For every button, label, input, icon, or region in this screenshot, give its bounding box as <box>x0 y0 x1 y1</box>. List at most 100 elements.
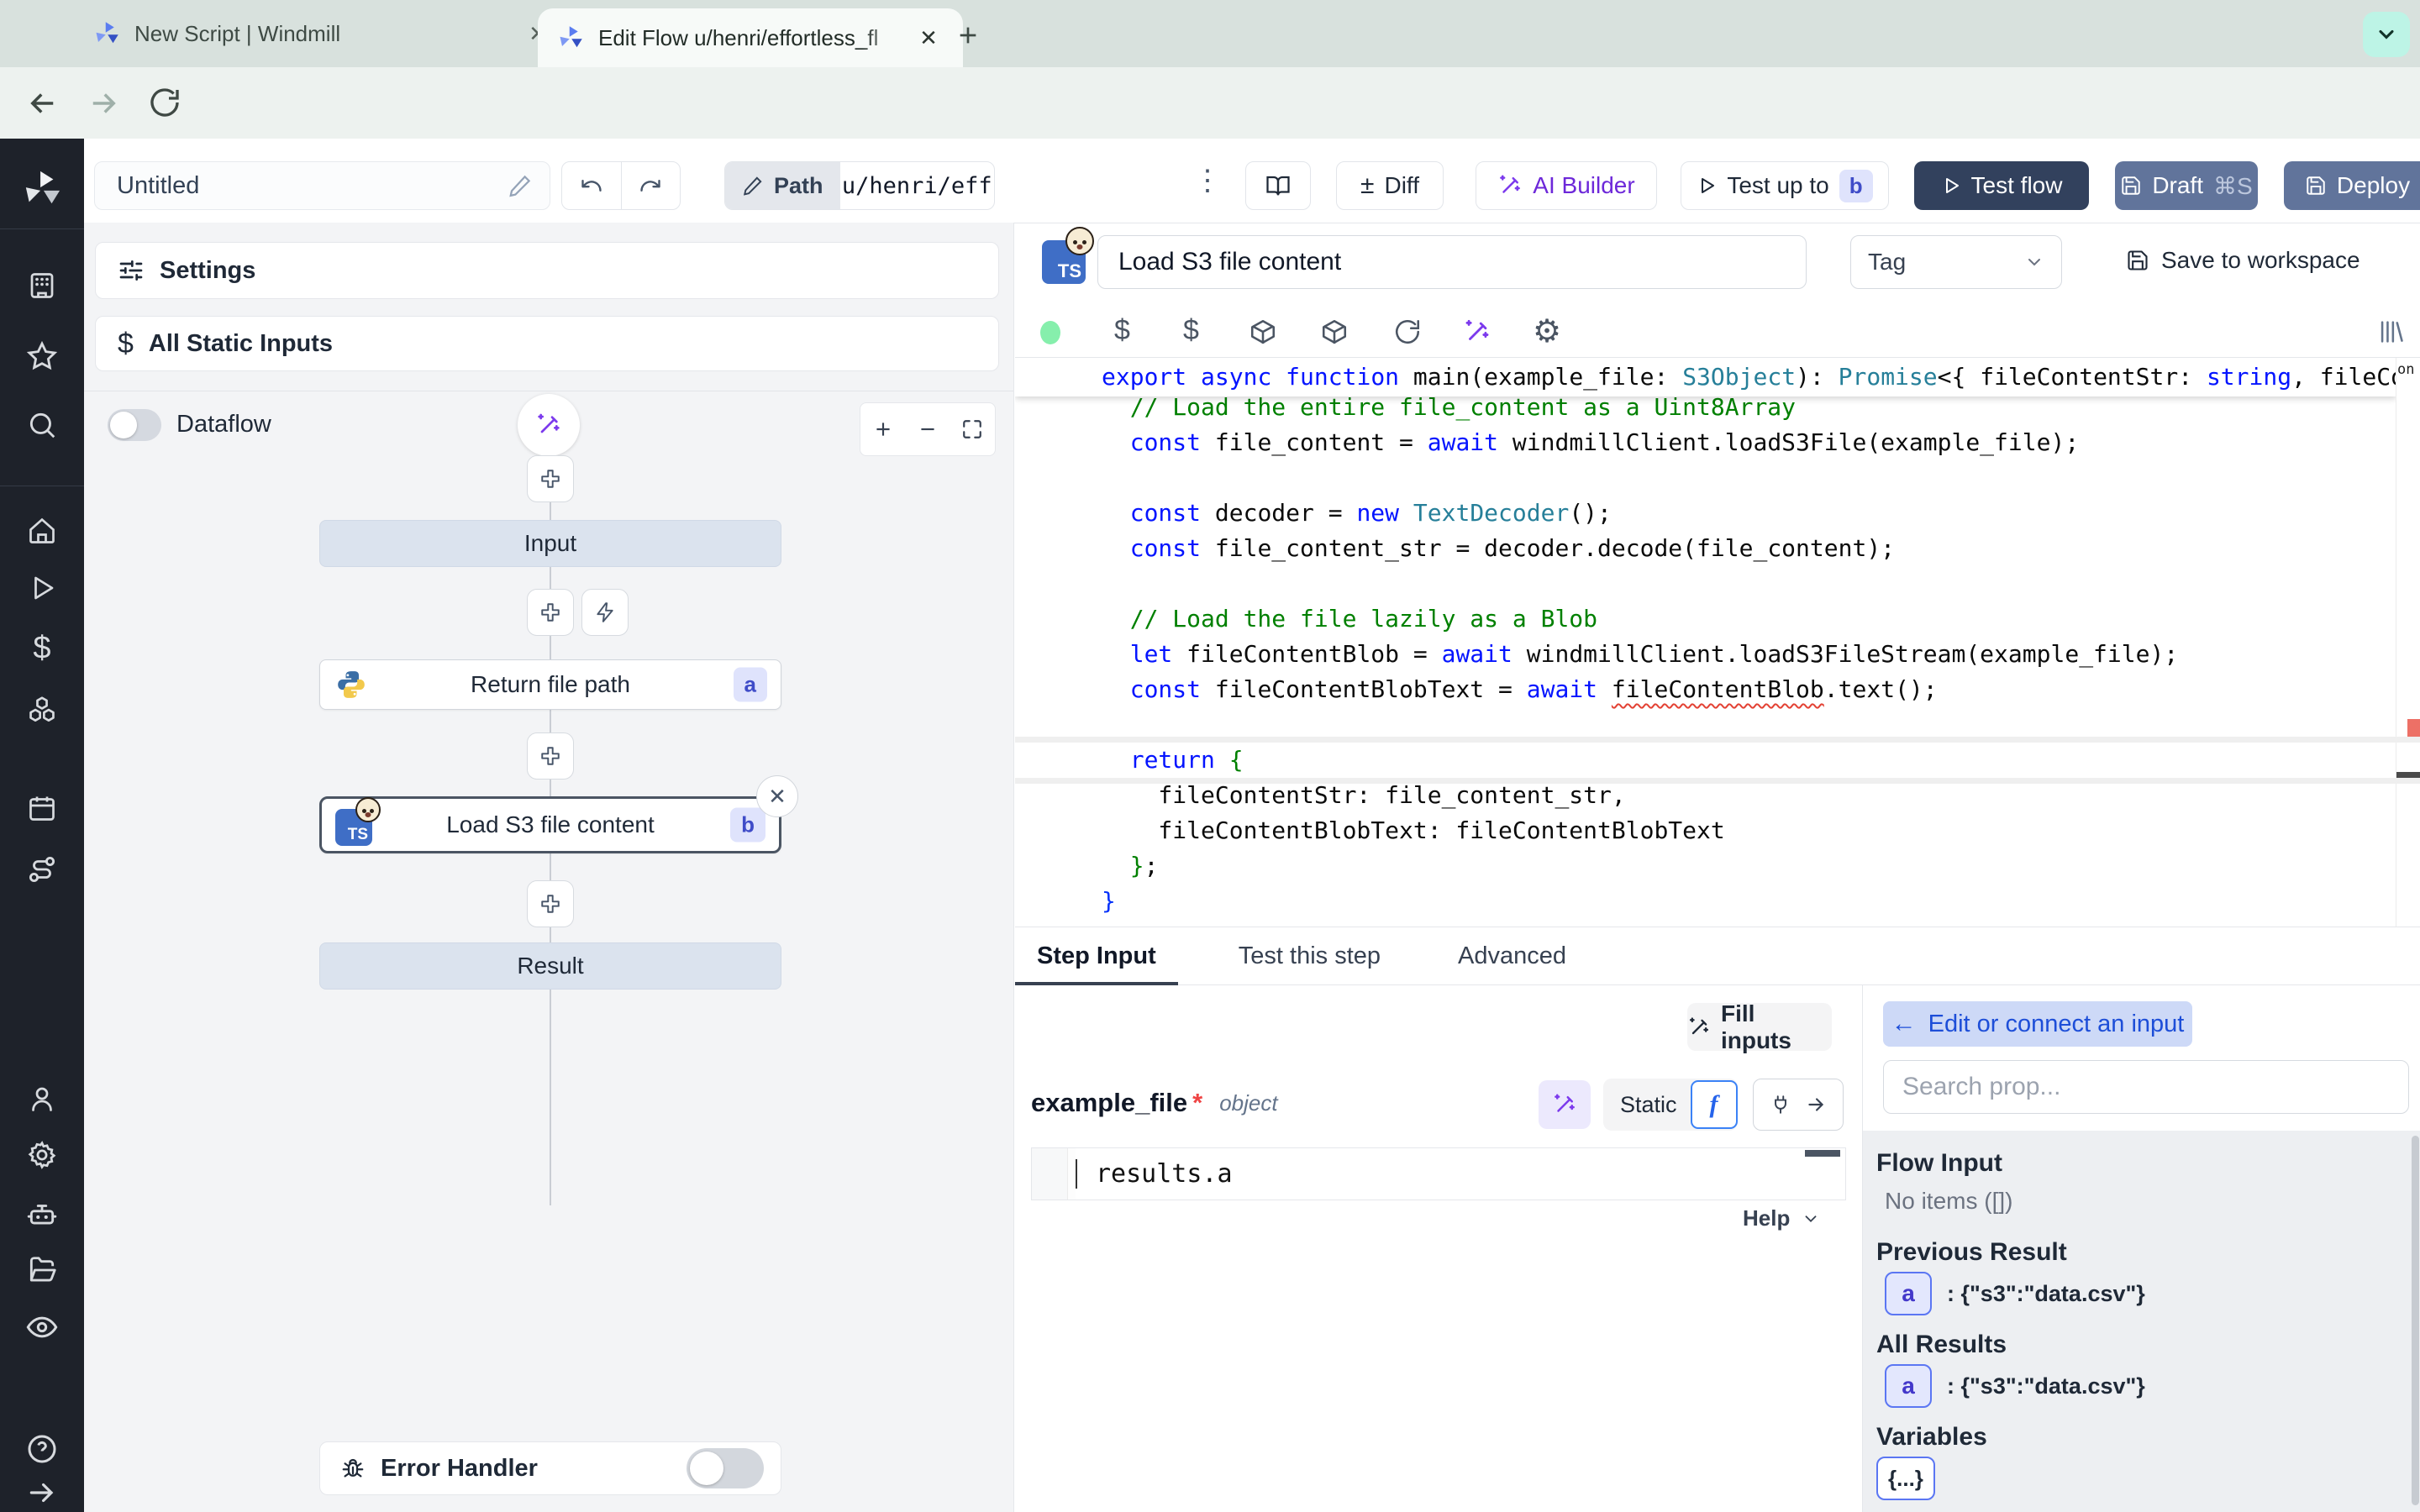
ai-suggest-wand-button[interactable] <box>1539 1080 1591 1129</box>
flow-input-empty: No items ([]) <box>1885 1188 2012 1215</box>
redo-button[interactable] <box>622 162 681 209</box>
editor-gutter <box>1032 1148 1068 1200</box>
graph-node-step-a[interactable]: Return file path a <box>319 659 781 710</box>
tab-step-input[interactable]: Step Input <box>1015 927 1178 984</box>
result-badge[interactable]: a <box>1885 1272 1932 1315</box>
step-name-input[interactable]: Load S3 file content <box>1097 235 1807 289</box>
undo-button[interactable] <box>562 162 622 209</box>
scrollbar-thumb[interactable] <box>2412 1136 2419 1505</box>
add-trigger-button[interactable] <box>581 589 629 636</box>
dataflow-toggle[interactable] <box>108 409 161 441</box>
sidebar-item-routes-icon[interactable] <box>26 853 58 885</box>
search-prop-input[interactable]: Search prop... <box>1883 1060 2409 1114</box>
remove-step-button[interactable]: ✕ <box>756 775 798 817</box>
new-tab-button[interactable] <box>948 15 988 55</box>
add-step-button[interactable] <box>527 589 574 636</box>
plug-icon[interactable] <box>1770 1094 1791 1116</box>
graph-zoom-controls <box>860 402 996 456</box>
editor-settings-gear-icon[interactable]: ⚙ <box>1533 312 1561 350</box>
all-static-inputs-button[interactable]: $ All Static Inputs <box>95 316 999 371</box>
minimap[interactable]: on <box>2396 358 2420 927</box>
sidebar-item-home-icon[interactable] <box>27 516 57 546</box>
settings-button[interactable]: Settings <box>95 242 999 299</box>
sidebar-item-runs-icon[interactable] <box>27 573 57 603</box>
diff-button[interactable]: ± Diff <box>1336 161 1444 210</box>
minimap-text: on <box>2397 361 2414 378</box>
add-step-button[interactable] <box>527 455 574 502</box>
sidebar-item-audit-eye-icon[interactable] <box>25 1310 59 1344</box>
package-icon[interactable] <box>1320 318 1349 346</box>
code-line <box>1015 566 2396 601</box>
sidebar-item-workers-robot-icon[interactable] <box>26 1198 58 1230</box>
variables-badge[interactable]: {...} <box>1876 1457 1935 1500</box>
error-handler-card[interactable]: Error Handler <box>319 1441 781 1495</box>
deploy-button[interactable]: Deploy <box>2284 161 2420 210</box>
sidebar-item-settings-gear-icon[interactable] <box>27 1140 57 1170</box>
tab-search-chevron-button[interactable] <box>2363 12 2410 57</box>
test-up-to-button[interactable]: Test up to b <box>1681 161 1889 210</box>
library-icon[interactable] <box>2376 318 2405 346</box>
fullscreen-button[interactable] <box>950 403 995 455</box>
sidebar-item-users-icon[interactable] <box>27 1084 57 1114</box>
zoom-in-button[interactable] <box>860 403 905 455</box>
arg-type: object <box>1219 1090 1277 1116</box>
result-badge[interactable]: a <box>1885 1364 1932 1408</box>
graph-node-result[interactable]: Result <box>319 942 781 990</box>
tag-select[interactable]: Tag <box>1850 235 2062 289</box>
variables-icon[interactable]: $ <box>1183 314 1199 347</box>
package-icon[interactable] <box>1249 318 1277 346</box>
ai-builder-label: AI Builder <box>1533 172 1634 199</box>
browser-tab-active[interactable]: Edit Flow u/henri/effortless_fl ✕ <box>538 8 963 67</box>
error-handler-toggle[interactable] <box>687 1448 764 1488</box>
reload-button[interactable] <box>148 86 182 119</box>
sidebar-item-schedules-icon[interactable] <box>27 793 57 823</box>
javascript-expression-button[interactable]: f <box>1691 1080 1738 1129</box>
graph-node-step-b-selected[interactable]: TS Load S3 file content b <box>319 796 781 853</box>
node-label: Result <box>517 953 583 979</box>
reset-refresh-icon[interactable] <box>1393 318 1422 346</box>
back-button[interactable] <box>25 86 60 121</box>
tab-close-icon[interactable]: ✕ <box>914 24 943 52</box>
sidebar-item-search-icon[interactable] <box>26 409 58 441</box>
code-editor[interactable]: export async function main(example_file:… <box>1015 357 2420 927</box>
edit-pencil-icon[interactable] <box>508 173 533 198</box>
ai-flow-wand-button[interactable] <box>518 394 580 456</box>
docs-book-button[interactable] <box>1245 161 1311 210</box>
sidebar-item-variables-icon[interactable]: $ <box>33 631 50 667</box>
save-to-workspace-button[interactable]: Save to workspace <box>2126 247 2360 274</box>
static-mode-toggle[interactable]: Static f <box>1603 1079 1738 1131</box>
fill-inputs-button[interactable]: Fill inputs <box>1687 1003 1832 1051</box>
more-options-icon[interactable]: ⋮ <box>1193 164 1222 197</box>
ai-builder-button[interactable]: AI Builder <box>1476 161 1657 210</box>
arg-value-text: results.a <box>1076 1159 1233 1189</box>
edit-or-connect-button[interactable]: ← Edit or connect an input <box>1883 1001 2192 1047</box>
help-dropdown[interactable]: Help <box>1743 1205 1820 1231</box>
static-inputs-icon[interactable]: $ <box>1114 314 1130 347</box>
test-flow-button[interactable]: Test flow <box>1914 161 2089 210</box>
zoom-out-button[interactable] <box>905 403 950 455</box>
sidebar-expand-arrow-icon[interactable] <box>26 1477 58 1509</box>
draft-button[interactable]: Draft ⌘S <box>2115 161 2258 210</box>
tag-placeholder: Tag <box>1868 249 1906 276</box>
arrow-right-icon[interactable] <box>1805 1094 1827 1116</box>
path-group[interactable]: Path u/henri/eff <box>724 161 995 210</box>
sidebar-item-folders-icon[interactable] <box>26 1254 58 1286</box>
tab-test-this-step[interactable]: Test this step <box>1217 927 1402 984</box>
path-button[interactable]: Path <box>725 162 840 209</box>
tab-advanced[interactable]: Advanced <box>1436 927 1588 984</box>
graph-node-input[interactable]: Input <box>319 520 781 567</box>
help-icon[interactable] <box>25 1432 59 1466</box>
ai-wand-icon[interactable] <box>1463 318 1491 346</box>
arg-value-editor[interactable]: results.a <box>1031 1147 1846 1200</box>
windmill-logo-icon[interactable] <box>23 170 61 208</box>
forward-button[interactable] <box>86 86 121 121</box>
sidebar-item-workspace[interactable] <box>27 270 57 301</box>
test-flow-label: Test flow <box>1971 172 2063 199</box>
add-step-button[interactable] <box>527 880 574 927</box>
browser-tab-inactive[interactable]: New Script | Windmill ✕ <box>74 0 572 67</box>
sidebar-item-resources-icon[interactable] <box>26 694 58 726</box>
sidebar-item-favorites-star-icon[interactable] <box>26 340 58 372</box>
mini-scrollbar[interactable] <box>1805 1150 1840 1157</box>
add-step-button[interactable] <box>527 732 574 780</box>
flow-name-field[interactable]: Untitled <box>94 161 550 210</box>
